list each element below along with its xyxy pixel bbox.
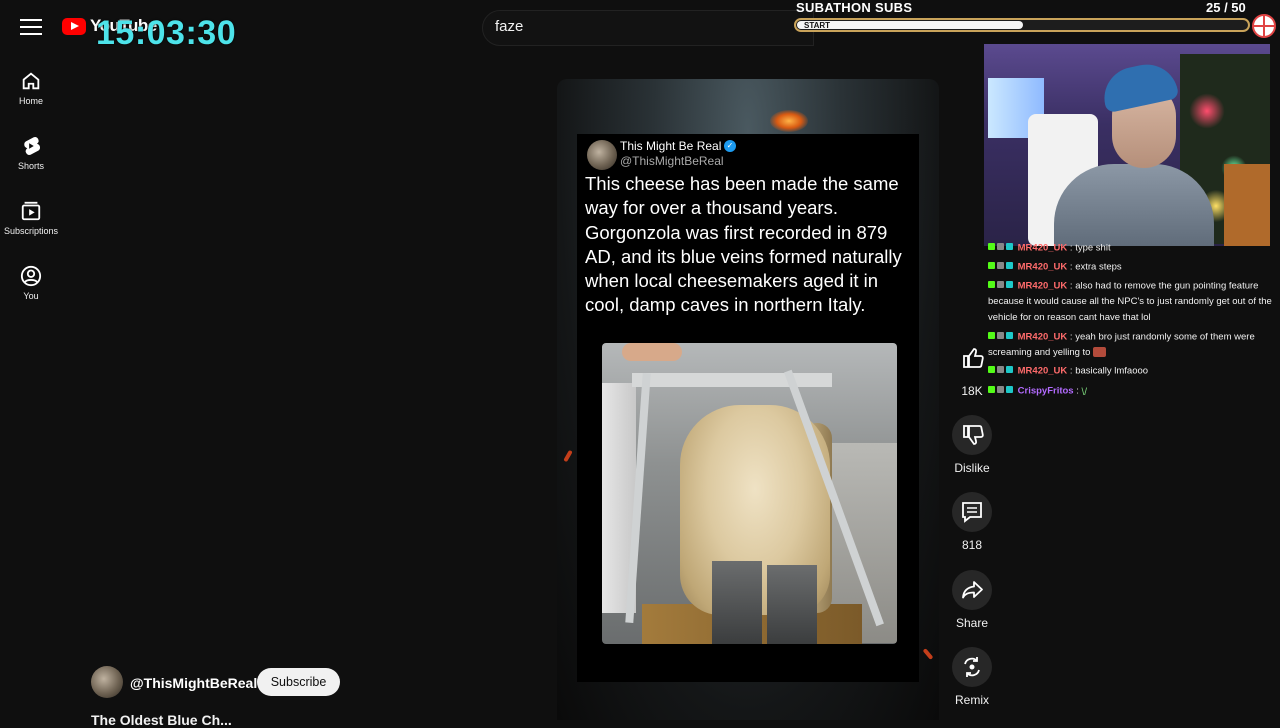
chat-text: : basically lmfaooo: [1067, 365, 1149, 377]
chat-message: MR420_UK : type shit: [988, 240, 1272, 256]
chat-message: CrispyFritos : \/: [988, 383, 1272, 399]
chat-badges-icon: [988, 329, 1015, 345]
chat-badges-icon: [988, 259, 1015, 275]
remix-button[interactable]: Remix: [952, 647, 992, 707]
subscribe-button[interactable]: Subscribe: [257, 668, 340, 696]
cheese-photo: [602, 343, 897, 644]
comments-button[interactable]: 818: [952, 492, 992, 552]
chat-username[interactable]: MR420_UK: [1015, 331, 1068, 342]
chat-message: MR420_UK : also had to remove the gun po…: [988, 278, 1272, 325]
chat-emote-icon: [1093, 347, 1107, 358]
tweet-author-name: This Might Be Real: [620, 139, 722, 153]
subathon-start-label: START: [804, 21, 831, 30]
user-icon: [20, 265, 42, 287]
chat-badges-icon: [988, 363, 1015, 379]
video-title[interactable]: The Oldest Blue Ch...: [91, 712, 232, 728]
search-input[interactable]: [482, 10, 814, 46]
chat-username[interactable]: MR420_UK: [1015, 281, 1068, 292]
chat-message: MR420_UK : basically lmfaooo: [988, 363, 1272, 379]
comments-count: 818: [961, 538, 983, 552]
thumbs-up-icon: [952, 338, 992, 378]
menu-button[interactable]: [18, 14, 44, 40]
sidebar-item-label: You: [23, 291, 39, 301]
crosshair-icon: [1252, 14, 1276, 38]
chat-message: MR420_UK : extra steps: [988, 259, 1272, 275]
remix-label: Remix: [954, 693, 989, 707]
subathon-progress-fill: [797, 21, 1023, 29]
channel-name[interactable]: @ThisMightBeReal: [130, 675, 257, 691]
share-icon: [952, 570, 992, 610]
tweet-author-handle: @ThisMightBeReal: [620, 154, 724, 168]
sidebar-item-label: Subscriptions: [3, 226, 59, 236]
dislike-button[interactable]: Dislike: [952, 415, 992, 475]
dislike-label: Dislike: [954, 461, 990, 475]
like-button[interactable]: 18K: [952, 338, 992, 398]
home-icon: [20, 70, 42, 92]
sidebar-item-home[interactable]: Home: [0, 70, 62, 106]
chat-username[interactable]: MR420_UK: [1015, 261, 1068, 272]
youtube-play-icon: [62, 17, 86, 35]
thumbs-down-icon: [952, 415, 992, 455]
chat-badges-icon: [988, 278, 1015, 294]
sidebar-item-you[interactable]: You: [0, 265, 62, 301]
share-button[interactable]: Share: [952, 570, 992, 630]
remix-icon: [952, 647, 992, 687]
chat-text: : type shit: [1067, 242, 1111, 254]
shorts-icon: [20, 135, 42, 157]
subathon-title: SUBATHON SUBS: [796, 0, 913, 15]
sidebar-item-shorts[interactable]: Shorts: [0, 135, 62, 171]
tweet-avatar: [587, 140, 617, 170]
chat-badges-icon: [988, 383, 1015, 399]
comment-icon: [952, 492, 992, 532]
sidebar-item-subscriptions[interactable]: Subscriptions: [0, 200, 62, 236]
chat-text: :: [1073, 384, 1079, 396]
subscriptions-icon: [20, 200, 42, 222]
subathon-count: 25 / 50: [1206, 0, 1246, 15]
chat-emote-icon: \/: [1081, 387, 1088, 399]
stream-clock: 15:03:30: [96, 14, 237, 52]
chat-badges-icon: [988, 240, 1015, 256]
share-label: Share: [955, 616, 989, 630]
like-count: 18K: [961, 384, 983, 398]
sidebar-item-label: Shorts: [17, 161, 44, 171]
sidebar-item-label: Home: [18, 96, 43, 106]
chat-username[interactable]: MR420_UK: [1015, 366, 1068, 377]
chat-username[interactable]: MR420_UK: [1015, 242, 1068, 253]
chat-text: : extra steps: [1067, 261, 1122, 273]
search-query: faze: [495, 18, 524, 35]
chat-message: MR420_UK : yeah bro just randomly some o…: [988, 329, 1272, 361]
verified-badge-icon: ✓: [724, 140, 736, 152]
channel-avatar[interactable]: [91, 666, 123, 698]
stream-chat: MR420_UK : type shit MR420_UK : extra st…: [988, 240, 1272, 402]
tweet-text: This cheese has been made the same way f…: [585, 173, 902, 316]
fire-glow: [770, 110, 808, 132]
chat-username[interactable]: CrispyFritos: [1015, 385, 1074, 396]
streamer-webcam: [984, 44, 1270, 246]
